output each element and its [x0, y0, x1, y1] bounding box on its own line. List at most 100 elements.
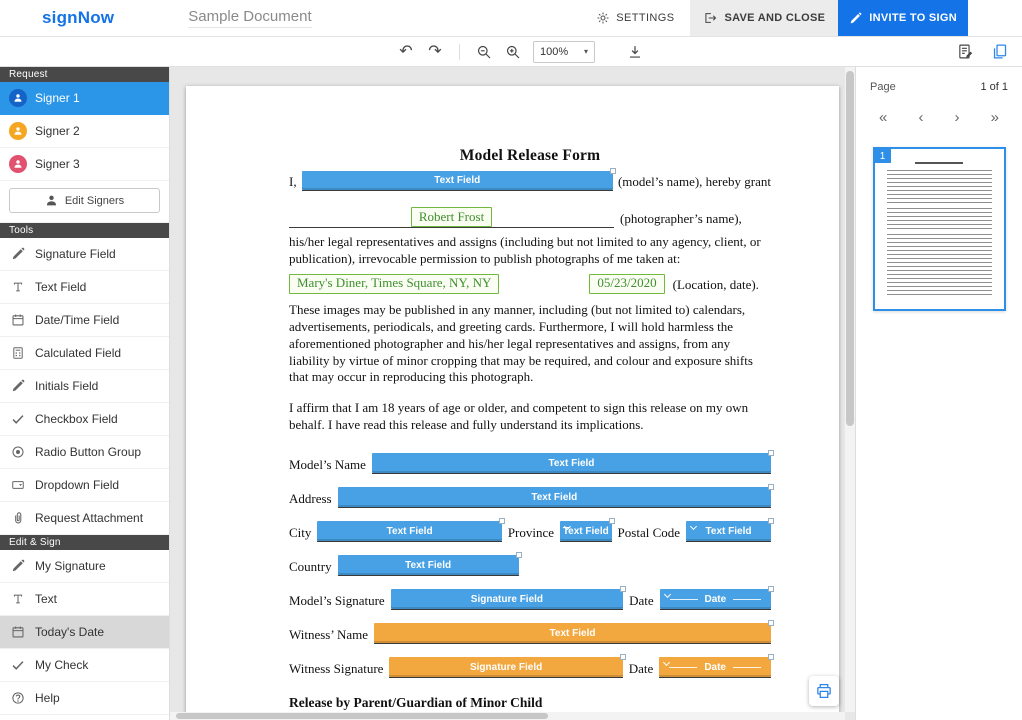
horizontal-scrollbar-thumb[interactable] — [176, 713, 548, 719]
zoom-in-button[interactable] — [500, 40, 526, 64]
resize-handle[interactable] — [768, 654, 774, 660]
sidebar-item-signer-2[interactable]: Signer 2 — [0, 115, 169, 148]
witness-signature-field[interactable]: Signature Field — [389, 657, 622, 677]
invite-to-sign-label: INVITE TO SIGN — [869, 12, 957, 24]
undo-button[interactable]: ↶ — [393, 40, 419, 64]
sidebar-item-date-time-field[interactable]: Date/Time Field — [0, 304, 169, 337]
models-signature-field[interactable]: Signature Field — [391, 589, 623, 609]
previous-page-button[interactable]: ‹ — [911, 108, 930, 127]
location-filled-field[interactable]: Mary's Diner, Times Square, NY, NY — [289, 274, 499, 294]
request-section-header: Request — [0, 67, 169, 82]
paragraph-2: These images may be published in any man… — [289, 302, 771, 386]
models-signature-label: Model’s Signature — [289, 593, 385, 610]
sidebar-item-dropdown-field[interactable]: Dropdown Field — [0, 469, 169, 502]
sidebar-item-initials-field[interactable]: Initials Field — [0, 370, 169, 403]
sidebar-item-my-check[interactable]: My Check — [0, 649, 169, 682]
address-text-field[interactable]: Text Field — [338, 487, 771, 507]
print-button[interactable] — [809, 676, 839, 706]
postal-code-text-field[interactable]: Text Field — [686, 521, 771, 541]
sidebar-item-signer-1[interactable]: Signer 1 — [0, 82, 169, 115]
resize-handle[interactable] — [499, 518, 505, 524]
sidebar-item-help[interactable]: Help — [0, 682, 169, 715]
city-province-postal-row: City Text Field Province Text Field Post… — [289, 508, 771, 542]
resize-handle[interactable] — [768, 484, 774, 490]
date-filled-field[interactable]: 05/23/2020 — [589, 274, 664, 294]
toolbar-center-group: ↶ ↷ 100% ▾ — [393, 40, 648, 64]
witness-date-field[interactable]: Date — [659, 657, 771, 677]
country-label: Country — [289, 559, 332, 576]
sidebar-item-text[interactable]: Text — [0, 583, 169, 616]
calculator-icon — [11, 346, 25, 360]
gear-icon — [596, 11, 610, 25]
edit-sign-section-header: Edit & Sign — [0, 535, 169, 550]
witness-name-text-field[interactable]: Text Field — [374, 623, 771, 643]
person-edit-icon — [45, 194, 58, 207]
signer2-avatar — [9, 122, 27, 140]
resize-handle[interactable] — [768, 620, 774, 626]
vertical-scrollbar[interactable] — [845, 67, 855, 712]
save-and-close-button[interactable]: SAVE AND CLOSE — [690, 0, 838, 36]
zoom-out-button[interactable] — [471, 40, 497, 64]
sidebar-item-checkbox-field[interactable]: Checkbox Field — [0, 403, 169, 436]
horizontal-scrollbar[interactable] — [170, 712, 845, 720]
first-page-button[interactable]: « — [872, 108, 894, 127]
person-icon — [13, 126, 23, 136]
sidebar-item-signature-field[interactable]: Signature Field — [0, 238, 169, 271]
zoom-level-select[interactable]: 100% ▾ — [533, 41, 595, 63]
witness-signature-label: Witness Signature — [289, 661, 383, 678]
province-text-field[interactable]: Text Field — [560, 521, 612, 541]
resize-handle[interactable] — [609, 518, 615, 524]
download-button[interactable] — [622, 40, 648, 64]
last-page-button[interactable]: » — [984, 108, 1006, 127]
model-name-text-field[interactable]: Text Field — [302, 171, 613, 190]
pen-icon — [11, 379, 25, 393]
sidebar-item-signer-3[interactable]: Signer 3 — [0, 148, 169, 181]
edit-signers-button[interactable]: Edit Signers — [9, 188, 160, 213]
resize-handle[interactable] — [620, 586, 626, 592]
resize-handle[interactable] — [768, 450, 774, 456]
topbar-actions: SETTINGS SAVE AND CLOSE INVITE TO SIGN — [580, 0, 1022, 36]
signer2-label: Signer 2 — [35, 124, 80, 138]
invite-to-sign-button[interactable]: INVITE TO SIGN — [838, 0, 968, 36]
sidebar-item-todays-date[interactable]: Today's Date — [0, 616, 169, 649]
resize-handle[interactable] — [768, 586, 774, 592]
country-text-field[interactable]: Text Field — [338, 555, 519, 575]
photographer-name-filled-field[interactable]: Robert Frost — [411, 207, 492, 227]
resize-handle[interactable] — [768, 518, 774, 524]
resize-handle[interactable] — [516, 552, 522, 558]
dropdown-icon — [11, 478, 25, 492]
pages-panel: Page 1 of 1 « ‹ › » 1 — [855, 67, 1022, 720]
sidebar-item-request-attachment[interactable]: Request Attachment — [0, 502, 169, 535]
redo-button[interactable]: ↷ — [422, 40, 448, 64]
postal-code-label: Postal Code — [618, 525, 680, 542]
city-label: City — [289, 525, 311, 542]
sidebar-item-calculated-field[interactable]: Calculated Field — [0, 337, 169, 370]
editor-toolbar: ↶ ↷ 100% ▾ — [0, 37, 1022, 67]
settings-button[interactable]: SETTINGS — [580, 0, 690, 36]
page-thumbnail[interactable]: 1 — [873, 147, 1006, 311]
document-fields-button[interactable] — [952, 40, 978, 64]
form-rows: Model’s Name Text Field Address Text Fie… — [289, 440, 771, 678]
page-navigation: « ‹ › » — [870, 108, 1008, 127]
resize-handle[interactable] — [620, 654, 626, 660]
check-icon — [11, 412, 25, 426]
pages-icon — [991, 43, 1008, 60]
city-text-field[interactable]: Text Field — [317, 521, 501, 541]
models-name-text-field[interactable]: Text Field — [372, 453, 771, 473]
location-suffix: (Location, date). — [673, 277, 759, 294]
save-and-close-label: SAVE AND CLOSE — [724, 12, 825, 24]
models-date-field[interactable]: Date — [660, 589, 771, 609]
vertical-scrollbar-thumb[interactable] — [846, 71, 854, 426]
toolbar-divider — [459, 44, 460, 60]
model-name-field-slot: Text Field — [302, 171, 613, 191]
pages-panel-toggle-button[interactable] — [986, 40, 1012, 64]
sidebar-item-my-signature[interactable]: My Signature — [0, 550, 169, 583]
resize-handle[interactable] — [610, 168, 616, 174]
document-title[interactable]: Sample Document — [188, 8, 311, 28]
pen-icon — [11, 559, 25, 573]
date-label: Date — [629, 593, 654, 610]
next-page-button[interactable]: › — [948, 108, 967, 127]
person-icon — [13, 93, 23, 103]
sidebar-item-text-field[interactable]: Text Field — [0, 271, 169, 304]
sidebar-item-radio-button-group[interactable]: Radio Button Group — [0, 436, 169, 469]
